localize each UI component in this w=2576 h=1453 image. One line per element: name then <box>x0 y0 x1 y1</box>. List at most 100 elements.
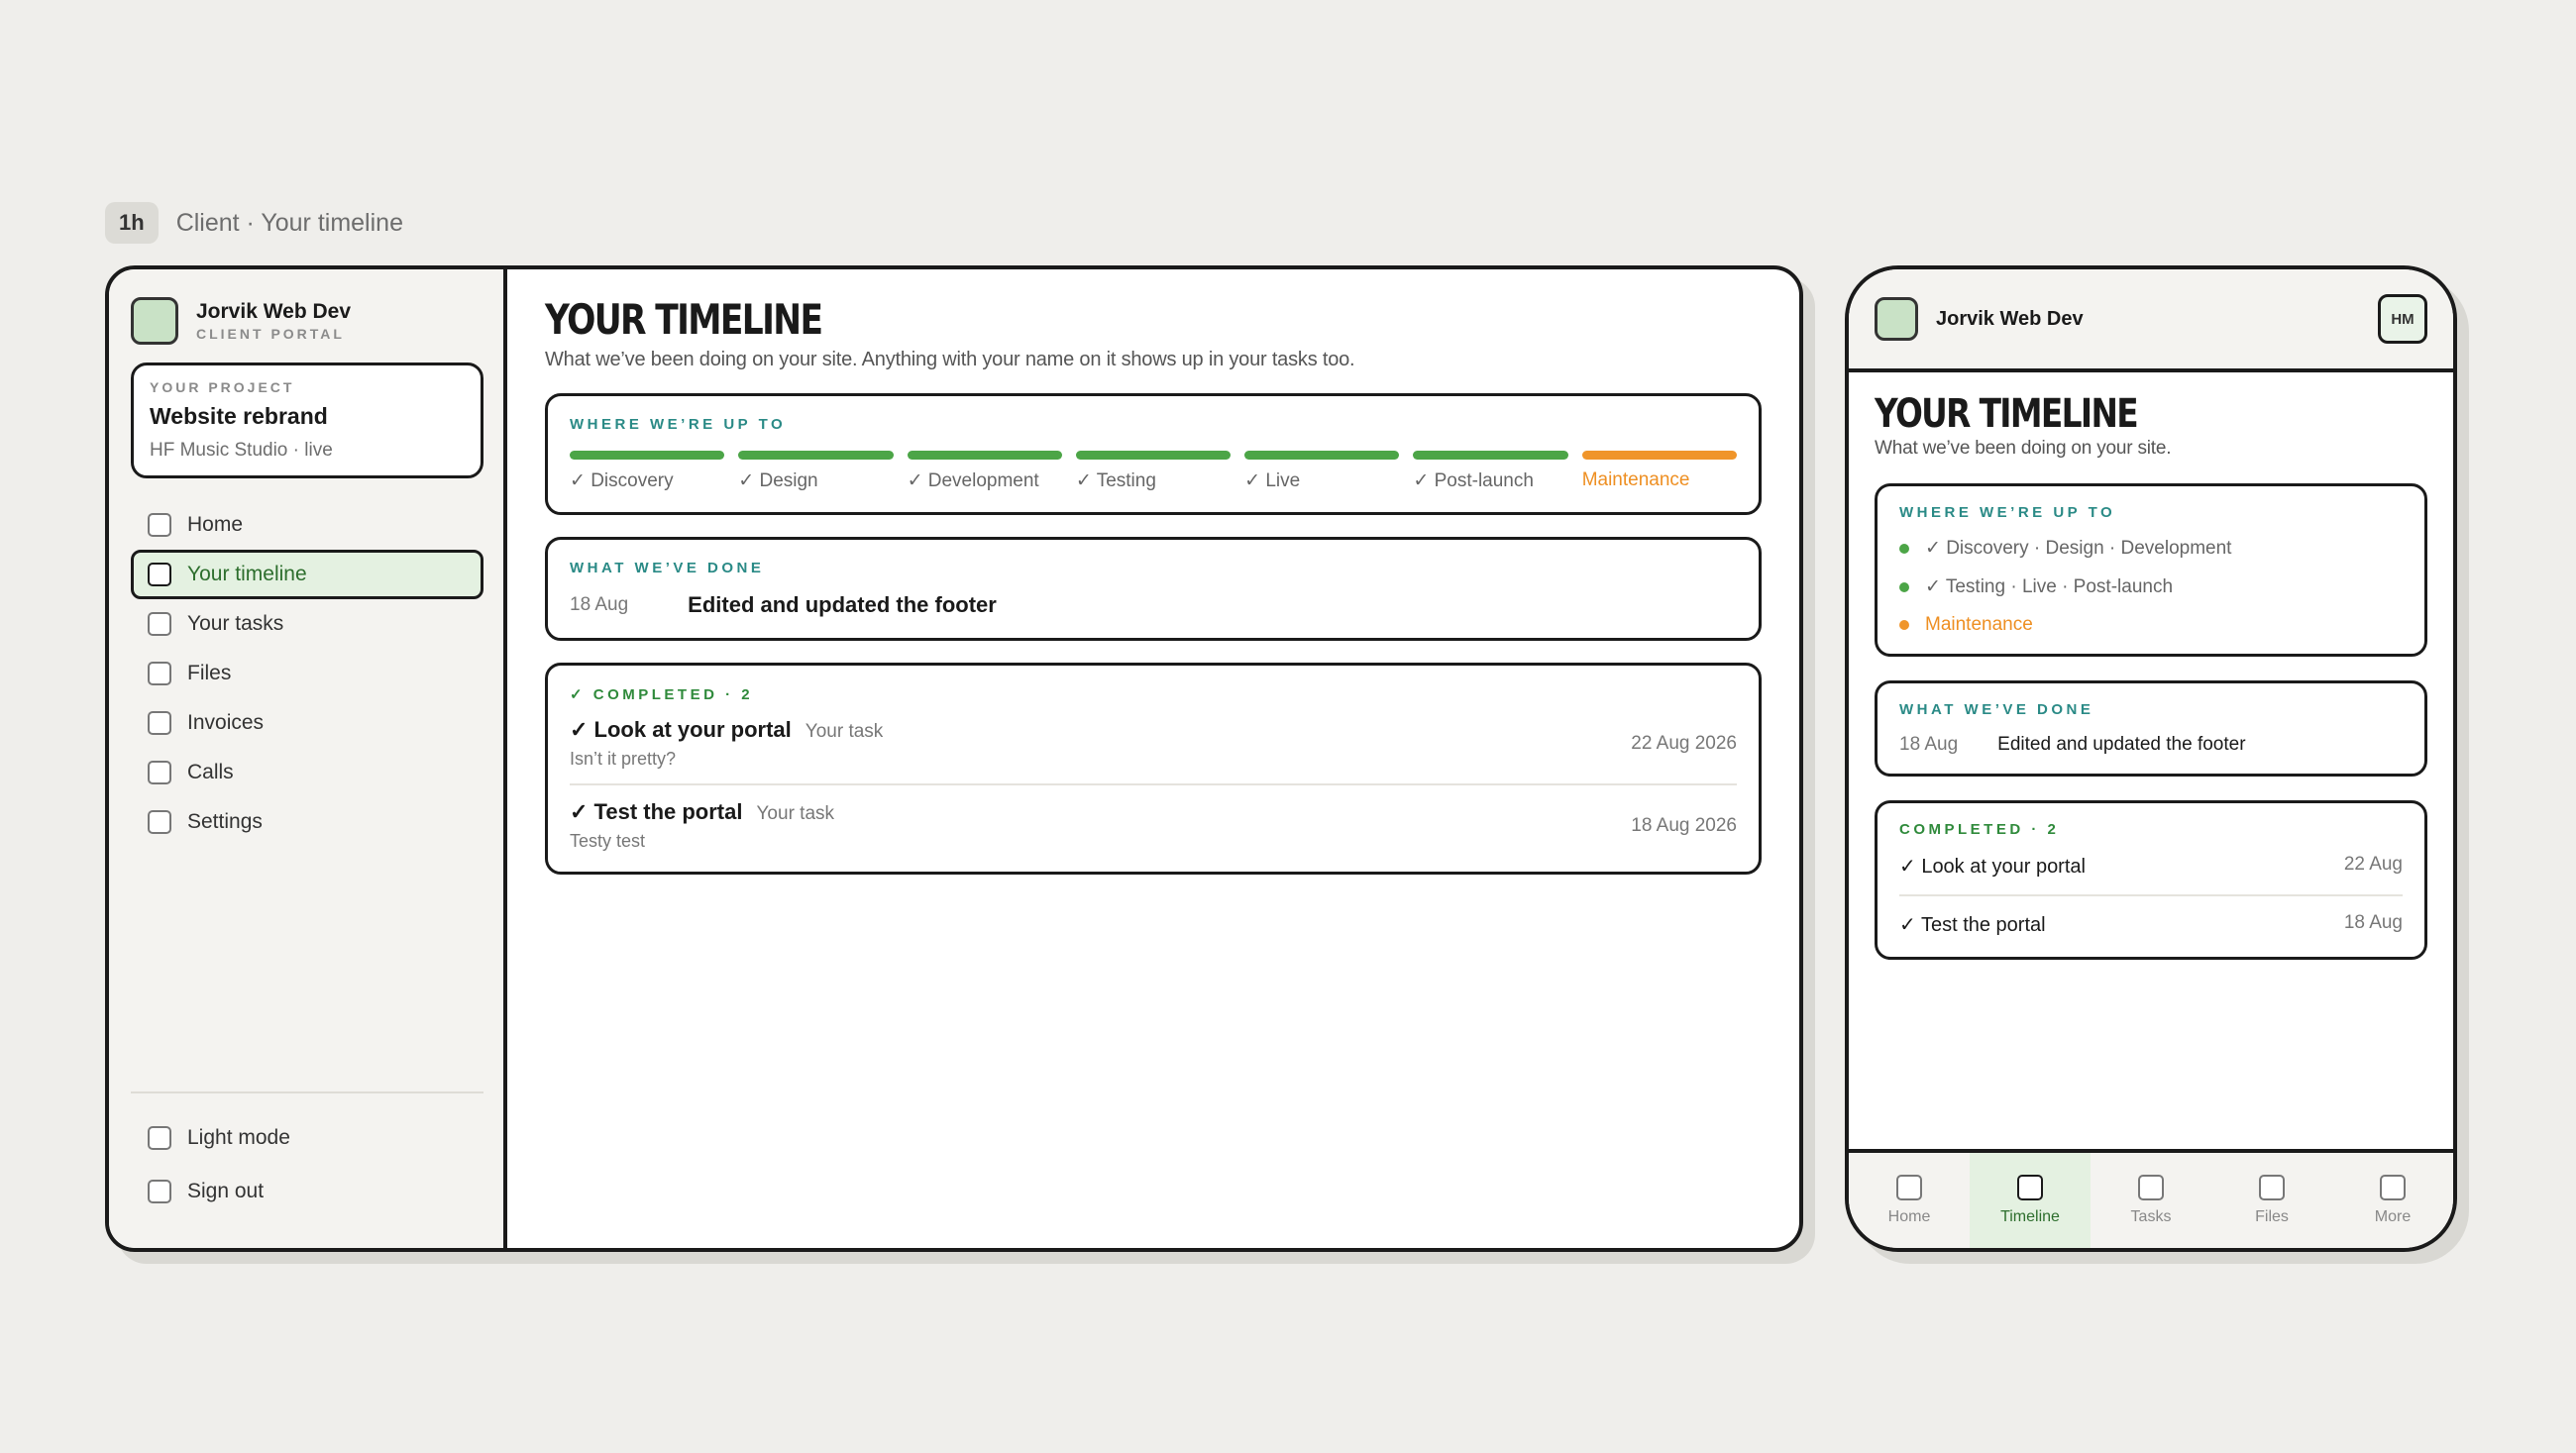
status-dot-icon <box>1899 543 1909 554</box>
tab-label: Timeline <box>2000 1208 2060 1225</box>
timeline-icon <box>2017 1175 2043 1200</box>
mobile-header: Jorvik Web Dev HM <box>1849 269 2453 372</box>
completed-task[interactable]: ✓ Look at your portal 22 Aug <box>1899 838 2403 894</box>
calls-icon <box>148 761 171 784</box>
brand-logo-icon[interactable] <box>1875 297 1918 341</box>
project-card[interactable]: YOUR PROJECT Website rebrand HF Music St… <box>131 363 483 478</box>
timeline-icon <box>148 563 171 586</box>
light-mode-toggle[interactable]: Light mode <box>131 1111 483 1165</box>
stage-maintenance: Maintenance <box>1581 451 1737 492</box>
brand-logo-icon <box>131 297 178 345</box>
progress-stages: ✓ Discovery ✓ Design ✓ Development ✓ Tes… <box>570 451 1737 492</box>
brand-name: Jorvik Web Dev <box>1936 307 2084 330</box>
stage-label: ✓ Development <box>907 470 1039 491</box>
stage-label: ✓ Testing · Live · Post-launch <box>1925 576 2174 597</box>
tab-timeline[interactable]: Timeline <box>1970 1153 2091 1248</box>
task-date: 18 Aug 2026 <box>1631 814 1737 836</box>
tasks-icon <box>148 612 171 636</box>
stage-label: ✓ Design <box>738 470 818 491</box>
completed-task[interactable]: ✓ Test the portal Your task Testy test 18… <box>570 783 1737 866</box>
time-badge: 1h <box>105 202 159 244</box>
tab-label: More <box>2374 1208 2412 1225</box>
files-icon <box>148 662 171 685</box>
sidebar-item-files[interactable]: Files <box>131 649 483 698</box>
sidebar-item-label: Calls <box>187 761 234 783</box>
tab-files[interactable]: Files <box>2211 1153 2332 1248</box>
completed-task[interactable]: ✓ Look at your portal Your task Isn’t it … <box>570 703 1737 783</box>
progress-card: WHERE WE’RE UP TO ✓ Discovery · Design ·… <box>1875 483 2427 657</box>
activity-text: Edited and updated the footer <box>1997 734 2246 755</box>
progress-card: WHERE WE’RE UP TO ✓ Discovery ✓ Design ✓… <box>545 393 1762 515</box>
activity-item: 18 Aug Edited and updated the footer <box>1899 734 2403 756</box>
completed-card: COMPLETED · 2 ✓ Look at your portal 22 A… <box>1875 800 2427 960</box>
stage-label: ✓ Live <box>1244 470 1301 491</box>
stage-testing: ✓ Testing <box>1075 451 1232 492</box>
task-tag: Your task <box>805 721 884 742</box>
brand[interactable]: Jorvik Web Dev CLIENT PORTAL <box>131 297 483 345</box>
completed-card: ✓ COMPLETED · 2 ✓ Look at your portal You… <box>545 663 1762 875</box>
task-title: ✓ Look at your portal <box>570 717 792 742</box>
sidebar-item-home[interactable]: Home <box>131 500 483 550</box>
tab-label: Files <box>2255 1208 2289 1225</box>
progress-title: WHERE WE’RE UP TO <box>570 416 787 433</box>
caption-text: Client · Your timeline <box>175 208 403 237</box>
stage-label: ✓ Post-launch <box>1413 470 1534 491</box>
stage-post-launch: ✓ Post-launch <box>1413 451 1568 492</box>
activity-title: WHAT WE’VE DONE <box>1899 701 2094 718</box>
stage-bar <box>1244 451 1400 460</box>
task-subtitle: Testy test <box>570 831 646 851</box>
settings-icon <box>148 810 171 834</box>
tab-home[interactable]: Home <box>1849 1153 1970 1248</box>
sidebar-item-label: Your tasks <box>187 612 284 635</box>
page-description: What we’ve been doing on your site. Anyt… <box>545 349 1355 370</box>
stage-design: ✓ Design <box>738 451 894 492</box>
tab-tasks[interactable]: Tasks <box>2091 1153 2211 1248</box>
task-title: ✓ Look at your portal <box>1899 856 2086 878</box>
stage-bar <box>570 451 725 460</box>
sidebar-item-label: Home <box>187 513 244 536</box>
sidebar-item-timeline[interactable]: Your timeline <box>131 550 483 599</box>
stage-live: ✓ Live <box>1244 451 1400 492</box>
stage-label: Maintenance <box>1925 614 2033 635</box>
task-title: ✓ Test the portal <box>570 799 743 824</box>
activity-card: WHAT WE’VE DONE 18 Aug Edited and update… <box>545 537 1762 641</box>
avatar[interactable]: HM <box>2378 294 2427 344</box>
stage-bar <box>907 451 1062 460</box>
stage-label: ✓ Testing <box>1075 470 1156 491</box>
activity-text: Edited and updated the footer <box>688 592 997 617</box>
mobile-body: YOUR TIMELINE What we’ve been doing on y… <box>1849 372 2453 960</box>
activity-item: 18 Aug Edited and updated the footer <box>570 592 1737 618</box>
sidebar-bottom-nav: Light mode Sign out <box>131 1091 483 1218</box>
sidebar-item-settings[interactable]: Settings <box>131 797 483 847</box>
completed-task[interactable]: ✓ Test the portal 18 Aug <box>1899 894 2403 953</box>
tab-more[interactable]: More <box>2332 1153 2453 1248</box>
sign-out-button[interactable]: Sign out <box>131 1165 483 1218</box>
status-dot-icon <box>1899 620 1909 630</box>
sidebar-item-tasks[interactable]: Your tasks <box>131 599 483 649</box>
mobile-tab-bar: Home Timeline Tasks Files More <box>1849 1149 2453 1248</box>
tasks-icon <box>2138 1175 2164 1200</box>
task-tag: Your task <box>756 803 835 824</box>
task-date: 22 Aug 2026 <box>1631 732 1737 754</box>
stage-bar <box>1075 451 1232 460</box>
stage-label-current: Maintenance <box>1581 469 1690 490</box>
completed-title: ✓ COMPLETED · 2 <box>570 686 754 703</box>
activity-title: WHAT WE’VE DONE <box>570 560 765 576</box>
activity-date: 18 Aug <box>570 594 629 615</box>
activity-card: WHAT WE’VE DONE 18 Aug Edited and update… <box>1875 680 2427 777</box>
mobile-frame: Jorvik Web Dev HM YOUR TIMELINE What we’… <box>1845 265 2457 1252</box>
stage-row: ✓ Discovery · Design · Development <box>1899 537 2403 560</box>
stage-bar <box>1413 451 1568 460</box>
sidebar-item-calls[interactable]: Calls <box>131 748 483 797</box>
stage-development: ✓ Development <box>907 451 1062 492</box>
main-content: YOUR TIMELINE What we’ve been doing on y… <box>507 269 1799 1248</box>
project-title: Website rebrand <box>150 403 328 429</box>
sidebar-nav: Home Your timeline Your tasks Files Invo… <box>131 500 483 847</box>
home-icon <box>1896 1175 1922 1200</box>
sidebar-item-label: Sign out <box>187 1180 265 1202</box>
tab-label: Tasks <box>2130 1208 2172 1225</box>
stage-discovery: ✓ Discovery <box>570 451 725 492</box>
sidebar-item-invoices[interactable]: Invoices <box>131 698 483 748</box>
stage-bar <box>738 451 894 460</box>
stage-label: ✓ Discovery · Design · Development <box>1925 538 2232 559</box>
